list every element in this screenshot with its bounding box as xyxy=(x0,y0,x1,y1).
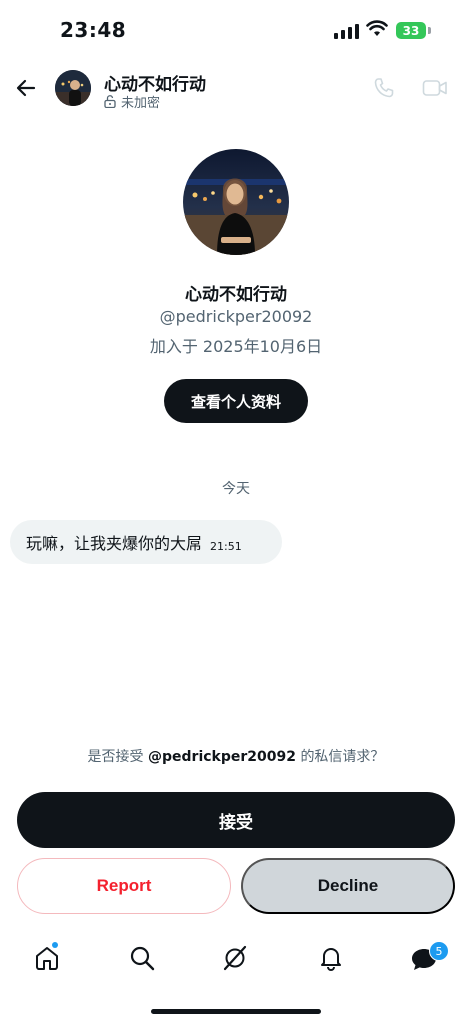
status-time: 23:48 xyxy=(60,18,127,42)
request-prefix: 是否接受 xyxy=(87,749,144,765)
unlock-icon xyxy=(104,95,116,108)
video-icon[interactable] xyxy=(422,78,448,98)
home-icon[interactable] xyxy=(34,945,60,971)
profile-avatar[interactable] xyxy=(183,149,289,255)
notifications-icon[interactable] xyxy=(318,945,344,971)
wifi-icon xyxy=(366,20,388,36)
message-request-prompt: 是否接受 @pedrickper20092 的私信请求？ xyxy=(0,746,472,766)
request-suffix: 的私信请求？ xyxy=(300,749,385,765)
message-text: 玩嘛，让我夹爆你的大屌 xyxy=(26,534,203,553)
battery-cap xyxy=(428,27,431,34)
phone-icon[interactable] xyxy=(372,76,396,100)
battery-level: 33 xyxy=(402,23,420,38)
home-notification-dot xyxy=(52,942,58,948)
report-button[interactable]: Report xyxy=(17,858,231,914)
search-icon[interactable] xyxy=(129,945,155,971)
cellular-signal-icon xyxy=(334,24,359,39)
message-time: 21:51 xyxy=(210,539,242,553)
profile-name: 心动不如行动 xyxy=(185,285,287,305)
date-divider: 今天 xyxy=(222,481,250,497)
accept-button[interactable]: 接受 xyxy=(17,792,455,848)
messages-badge: 5 xyxy=(429,941,449,961)
grok-icon[interactable] xyxy=(222,945,248,971)
encryption-label: 未加密 xyxy=(121,96,161,111)
decline-button[interactable]: Decline xyxy=(241,858,455,914)
encryption-status: 未加密 xyxy=(104,92,160,111)
arrow-left-icon[interactable] xyxy=(14,76,38,100)
home-indicator[interactable] xyxy=(151,1009,321,1014)
view-profile-button[interactable]: 查看个人资料 xyxy=(164,379,308,423)
request-handle: @pedrickper20092 xyxy=(148,749,296,765)
profile-joined-date: 加入于 2025年10月6日 xyxy=(149,337,323,356)
header-avatar[interactable] xyxy=(55,70,91,106)
profile-handle: @pedrickper20092 xyxy=(159,307,313,326)
battery-icon: 33 xyxy=(396,22,426,39)
message-bubble[interactable]: 玩嘛，让我夹爆你的大屌 21:51 xyxy=(10,520,282,564)
